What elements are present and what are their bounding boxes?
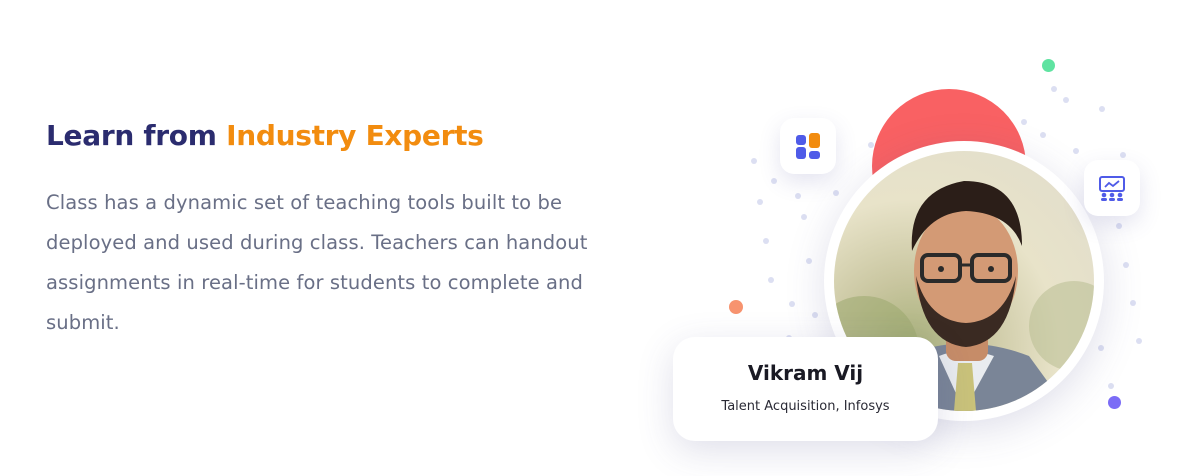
orange-dot — [729, 300, 743, 314]
classroom-tile — [1084, 160, 1140, 216]
expert-role: Talent Acquisition, Infosys — [721, 399, 890, 414]
dashboard-tile — [780, 118, 836, 174]
heading-highlight: Industry Experts — [226, 119, 484, 152]
expert-section: Learn from Industry Experts Class has a … — [0, 0, 1190, 476]
green-dot — [1042, 59, 1055, 72]
expert-name: Vikram Vij — [747, 361, 864, 385]
expert-card: Vikram Vij Talent Acquisition, Infosys — [673, 337, 938, 441]
section-description: Class has a dynamic set of teaching tool… — [46, 191, 588, 334]
dashboard-blocks-icon — [796, 133, 820, 159]
classroom-icon — [1099, 176, 1125, 201]
heading-prefix: Learn from — [46, 119, 217, 152]
purple-dot — [1108, 396, 1121, 409]
section-heading: Learn from Industry Experts — [46, 116, 484, 156]
